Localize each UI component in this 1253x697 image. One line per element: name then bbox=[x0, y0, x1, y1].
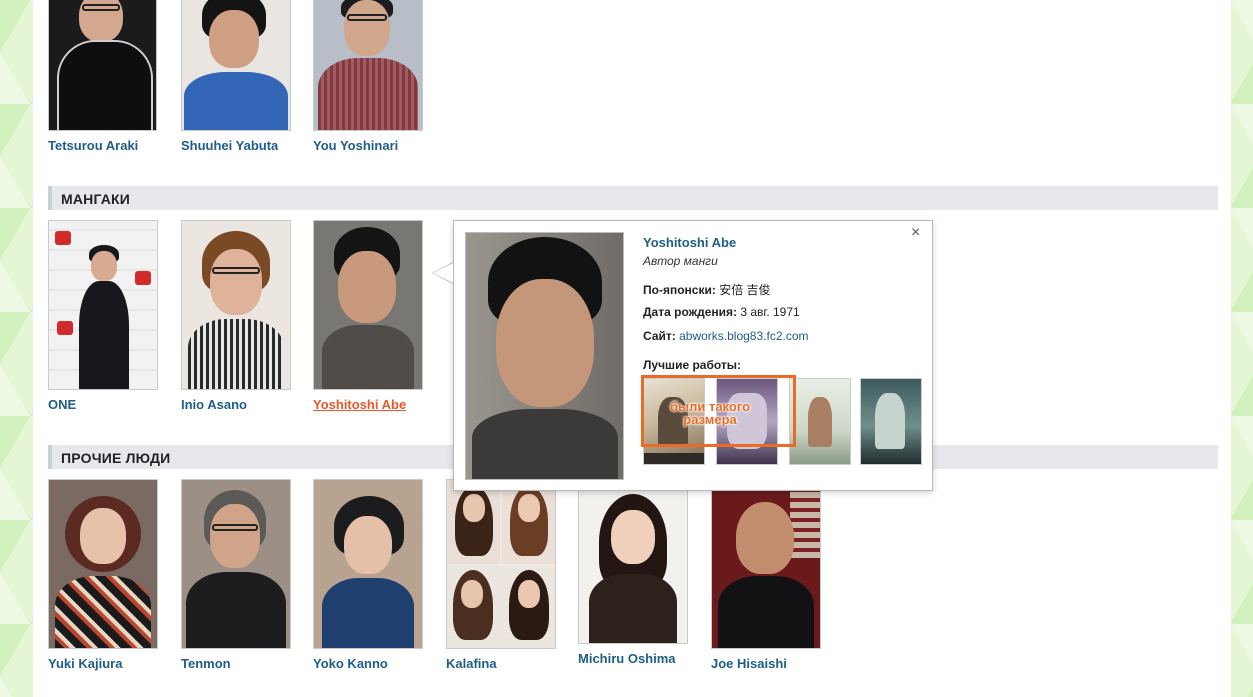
person-name[interactable]: Yoko Kanno bbox=[313, 656, 388, 671]
photo-kalafina[interactable] bbox=[446, 479, 556, 649]
member-photo bbox=[447, 566, 555, 648]
photo-joe-hisaishi[interactable] bbox=[711, 479, 821, 649]
glasses bbox=[82, 4, 120, 11]
face bbox=[518, 580, 540, 608]
close-icon[interactable]: × bbox=[911, 225, 920, 241]
face bbox=[463, 494, 485, 522]
face bbox=[338, 251, 396, 323]
jacket bbox=[57, 40, 153, 130]
work-cover-3[interactable] bbox=[789, 378, 851, 465]
photo-shuuhei-yabuta[interactable] bbox=[181, 0, 291, 131]
photo-tetsurou-araki[interactable] bbox=[48, 0, 157, 131]
dress bbox=[322, 578, 414, 648]
face bbox=[461, 580, 483, 608]
person-name[interactable]: Inio Asano bbox=[181, 397, 247, 412]
glasses bbox=[212, 524, 258, 531]
photo-you-yoshinari[interactable] bbox=[313, 0, 423, 131]
site-link[interactable]: abworks.blog83.fc2.com bbox=[679, 329, 808, 343]
shirt bbox=[318, 58, 418, 130]
cover-title-strip bbox=[644, 453, 704, 464]
face bbox=[344, 516, 392, 574]
shirt bbox=[322, 325, 414, 389]
face bbox=[91, 251, 117, 281]
best-works-label: Лучшие работы: bbox=[643, 358, 742, 372]
photo-yoko-kanno[interactable] bbox=[313, 479, 423, 649]
suit bbox=[79, 281, 129, 389]
dress bbox=[589, 574, 677, 643]
person-name[interactable]: Joe Hisaishi bbox=[711, 656, 787, 671]
logo-mark bbox=[57, 321, 73, 335]
person-name[interactable]: Shuuhei Yabuta bbox=[181, 138, 278, 153]
logo-mark bbox=[135, 271, 151, 285]
shirt bbox=[472, 409, 618, 479]
face bbox=[496, 279, 594, 407]
popup-photo bbox=[465, 232, 624, 480]
section-title: МАНГАКИ bbox=[61, 191, 131, 207]
member-photo bbox=[447, 480, 500, 564]
site-row: Сайт: abworks.blog83.fc2.com bbox=[643, 329, 809, 343]
cover-figure bbox=[808, 397, 832, 447]
face bbox=[518, 494, 540, 522]
person-name[interactable]: You Yoshinari bbox=[313, 138, 398, 153]
person-name-active[interactable]: Yoshitoshi Abe bbox=[313, 397, 406, 412]
face bbox=[80, 508, 126, 564]
photo-one[interactable] bbox=[48, 220, 158, 390]
shirt bbox=[184, 72, 288, 130]
popup-person-name[interactable]: Yoshitoshi Abe bbox=[643, 235, 736, 250]
japanese-name-row: По-японски: 安倍 吉俊 bbox=[643, 281, 771, 298]
dress bbox=[55, 576, 151, 648]
work-cover-4[interactable] bbox=[860, 378, 922, 465]
person-name[interactable]: Kalafina bbox=[446, 656, 497, 671]
popup-person-role: Автор манги bbox=[643, 254, 718, 268]
section-title: ПРОЧИЕ ЛЮДИ bbox=[61, 450, 171, 466]
glasses bbox=[212, 267, 260, 274]
site-label: Сайт: bbox=[643, 329, 676, 343]
birth-date-label: Дата рождения: bbox=[643, 305, 738, 319]
person-name[interactable]: ONE bbox=[48, 397, 76, 412]
cover-figure bbox=[875, 393, 905, 449]
annotation-line: размера bbox=[683, 412, 737, 427]
face bbox=[736, 502, 794, 574]
japanese-name-label: По-японски: bbox=[643, 283, 716, 297]
japanese-name-value: 安倍 吉俊 bbox=[719, 283, 771, 297]
face bbox=[210, 249, 262, 315]
photo-yuki-kajiura[interactable] bbox=[48, 479, 158, 649]
member-photo bbox=[502, 480, 555, 564]
photo-yoshitoshi-abe[interactable] bbox=[313, 220, 423, 390]
person-name[interactable]: Tetsurou Araki bbox=[48, 138, 138, 153]
photo-michiru-oshima[interactable] bbox=[578, 479, 688, 644]
popup-arrow-fill bbox=[433, 263, 453, 283]
logo-mark bbox=[55, 231, 71, 245]
photo-inio-asano[interactable] bbox=[181, 220, 291, 390]
face bbox=[209, 10, 259, 68]
face bbox=[210, 504, 260, 568]
annotation-text: были такого размера bbox=[655, 400, 765, 426]
person-name[interactable]: Tenmon bbox=[181, 656, 231, 671]
person-popup: × Yoshitoshi Abe Автор манги По-японски:… bbox=[433, 220, 933, 491]
backdrop-text bbox=[790, 488, 820, 558]
face bbox=[344, 0, 390, 56]
birth-date-value: 3 авг. 1971 bbox=[740, 305, 800, 319]
jacket bbox=[186, 572, 286, 648]
photo-tenmon[interactable] bbox=[181, 479, 291, 649]
shirt bbox=[188, 319, 284, 389]
section-header-mangaka: МАНГАКИ bbox=[48, 186, 1218, 210]
person-name[interactable]: Yuki Kajiura bbox=[48, 656, 122, 671]
face bbox=[611, 510, 655, 564]
person-name[interactable]: Michiru Oshima bbox=[578, 651, 676, 666]
glasses bbox=[347, 14, 387, 21]
birth-date-row: Дата рождения: 3 авг. 1971 bbox=[643, 305, 800, 319]
jacket bbox=[718, 576, 814, 648]
